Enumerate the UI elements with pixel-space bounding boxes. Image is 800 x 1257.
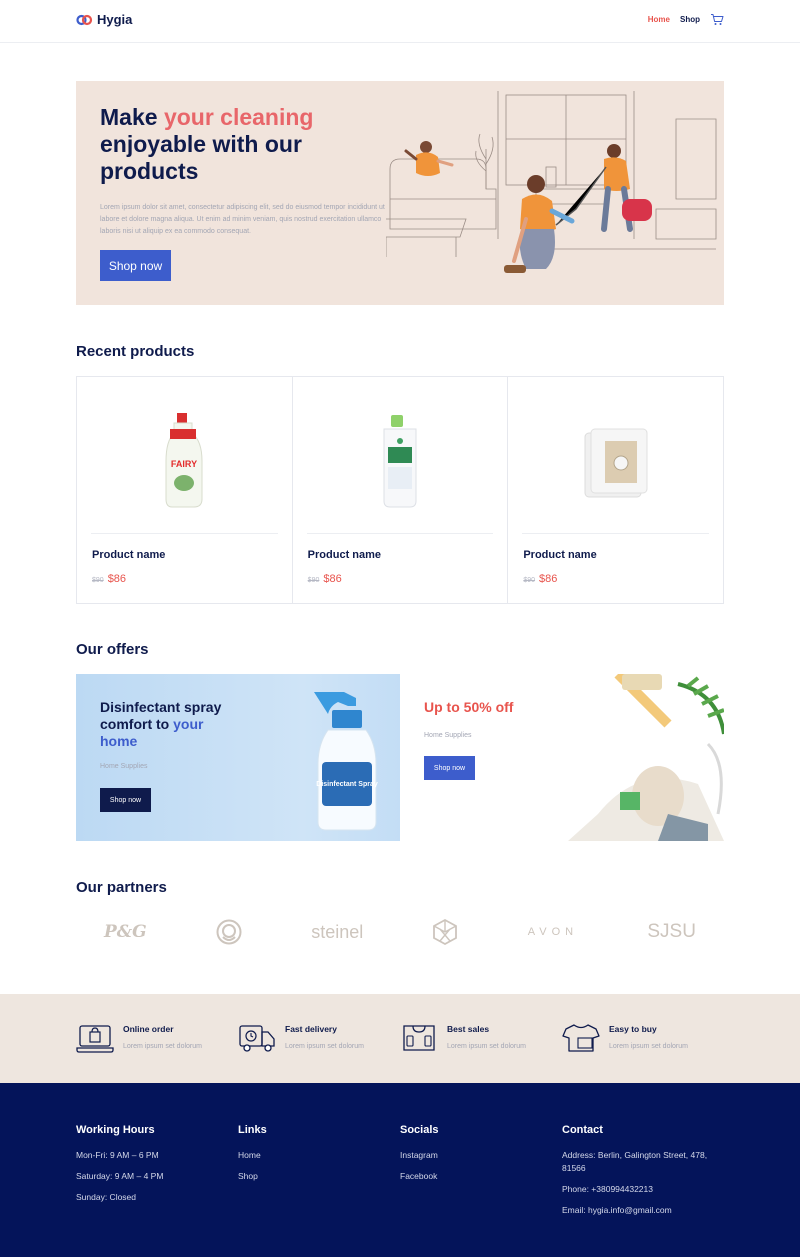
price: $86 xyxy=(323,573,342,585)
feature-title: Online order xyxy=(123,1024,174,1034)
site-footer: Working Hours Mon-Fri: 9 AM – 6 PM Satur… xyxy=(0,1083,800,1257)
logo-text: Hygia xyxy=(97,12,133,27)
cleaning-illustration xyxy=(386,91,717,273)
vacuum-bags-image xyxy=(584,428,648,498)
footer-heading: Socials xyxy=(400,1124,439,1136)
product-card[interactable]: FAIRY Product name $90 $86 xyxy=(77,377,293,603)
price: $86 xyxy=(539,573,558,585)
feature-item: Online order Lorem ipsum set dolorum xyxy=(76,1022,236,1062)
footer-heading: Working Hours xyxy=(76,1124,155,1136)
product-name[interactable]: Product name xyxy=(523,549,596,561)
footer-text: Sunday: Closed xyxy=(76,1192,137,1202)
recent-products-title: Recent products xyxy=(76,343,195,360)
product-card[interactable]: Product name $90 $86 xyxy=(293,377,509,603)
features-strip: Online order Lorem ipsum set dolorum Fas… xyxy=(0,994,800,1083)
product-grid: FAIRY Product name $90 $86 Product name … xyxy=(76,376,724,604)
product-divider xyxy=(306,533,494,534)
feature-item: Best sales Lorem ipsum set dolorum xyxy=(400,1022,560,1062)
logo-icon xyxy=(76,14,93,25)
offer-shop-now-button[interactable]: Shop now xyxy=(100,788,151,812)
old-price: $90 xyxy=(92,577,104,584)
partner-logo-hexagon[interactable] xyxy=(432,918,458,946)
cart-icon[interactable] xyxy=(710,13,724,26)
hero-shop-now-button[interactable]: Shop now xyxy=(100,250,171,281)
product-card[interactable]: Product name $90 $86 xyxy=(508,377,723,603)
tshirt-icon xyxy=(562,1024,600,1052)
feature-item: Easy to buy Lorem ipsum set dolorum xyxy=(562,1022,722,1062)
laptop-bag-icon xyxy=(76,1025,114,1053)
footer-link-shop[interactable]: Shop xyxy=(238,1170,400,1183)
discount-title: Up to 50% off xyxy=(424,699,514,715)
product-name[interactable]: Product name xyxy=(92,549,165,561)
svg-text:FAIRY: FAIRY xyxy=(171,459,197,469)
cleaning-supplies-image xyxy=(568,674,724,841)
partner-logo-sjsu[interactable]: SJSU xyxy=(647,921,696,943)
partner-logos: P&G steinel AVON SJSU xyxy=(76,912,724,952)
partner-logo-avon[interactable]: AVON xyxy=(528,926,578,938)
footer-phone: Phone: +380994432213 xyxy=(562,1184,653,1194)
offer-category: Home Supplies xyxy=(100,763,148,770)
dish-soap-bottle-image: FAIRY xyxy=(165,413,203,508)
footer-text: Saturday: 9 AM – 4 PM xyxy=(76,1171,164,1181)
offers-title: Our offers xyxy=(76,641,149,658)
bottle-label: Disinfectant Spray xyxy=(316,781,378,788)
feature-title: Easy to buy xyxy=(609,1024,657,1034)
offer-category: Home Supplies xyxy=(424,732,472,739)
feature-subtitle: Lorem ipsum set dolorum xyxy=(447,1043,526,1050)
feature-subtitle: Lorem ipsum set dolorum xyxy=(285,1043,364,1050)
partner-logo-steinel[interactable]: steinel xyxy=(311,922,363,943)
delivery-truck-icon xyxy=(239,1025,275,1052)
price: $86 xyxy=(107,573,127,585)
hero-title: Make your cleaning enjoyable with our pr… xyxy=(100,104,314,184)
feature-title: Fast delivery xyxy=(285,1024,337,1034)
feature-title: Best sales xyxy=(447,1024,490,1034)
feature-subtitle: Lorem ipsum set dolorum xyxy=(609,1043,688,1050)
offers-row: Disinfectant spray comfort to your home … xyxy=(76,674,724,841)
footer-column-socials: Socials Instagram Facebook xyxy=(400,1124,562,1191)
site-header: Hygia Home Shop xyxy=(0,0,800,43)
product-divider xyxy=(91,533,278,534)
partner-logo-pg[interactable]: P&G xyxy=(104,922,147,942)
price-row: $90 $86 xyxy=(523,573,557,585)
footer-heading: Contact xyxy=(562,1124,603,1136)
partner-logo-face[interactable] xyxy=(216,919,242,945)
footer-column-contact: Contact Address: Berlin, Galington Stree… xyxy=(562,1124,724,1225)
hero-description: Lorem ipsum dolor sit amet, consectetur … xyxy=(100,204,385,235)
footer-column-hours: Working Hours Mon-Fri: 9 AM – 6 PM Satur… xyxy=(76,1124,238,1212)
nav-link-shop[interactable]: Shop xyxy=(680,15,700,24)
old-price: $90 xyxy=(523,577,536,584)
product-name[interactable]: Product name xyxy=(308,549,381,561)
offer-title: Disinfectant spray comfort to your home xyxy=(100,699,222,749)
feature-subtitle: Lorem ipsum set dolorum xyxy=(123,1043,202,1050)
footer-column-links: Links Home Shop xyxy=(238,1124,400,1191)
hero-banner: Make your cleaning enjoyable with our pr… xyxy=(76,81,724,305)
footer-text: Mon-Fri: 9 AM – 6 PM xyxy=(76,1150,159,1160)
spray-bottle-image: Disinfectant Spray xyxy=(314,692,378,831)
footer-link-facebook[interactable]: Facebook xyxy=(400,1170,562,1183)
product-divider xyxy=(522,533,710,534)
nav-link-home[interactable]: Home xyxy=(648,15,670,24)
main-nav: Home Shop xyxy=(648,13,724,26)
discount-shop-now-button[interactable]: Shop now xyxy=(424,756,475,780)
detergent-bottle-image xyxy=(383,415,417,508)
partners-title: Our partners xyxy=(76,879,167,896)
offer-card-disinfectant[interactable]: Disinfectant spray comfort to your home … xyxy=(76,674,400,841)
feature-item: Fast delivery Lorem ipsum set dolorum xyxy=(238,1022,398,1062)
offer-card-discount[interactable]: Up to 50% off Home Supplies Shop now xyxy=(400,674,724,841)
price-row: $90 $86 xyxy=(308,573,342,585)
logo[interactable]: Hygia xyxy=(76,12,132,27)
hero-title-accent: your cleaning xyxy=(163,104,314,130)
price-row: $90 $86 xyxy=(92,573,126,585)
footer-heading: Links xyxy=(238,1124,267,1136)
footer-email[interactable]: Email: hygia.info@gmail.com xyxy=(562,1204,724,1217)
footer-link-home[interactable]: Home xyxy=(238,1149,400,1162)
old-price: $90 xyxy=(307,577,320,584)
footer-link-instagram[interactable]: Instagram xyxy=(400,1149,562,1162)
sale-tag-icon xyxy=(403,1025,435,1051)
footer-address: Address: Berlin, Galington Street, 478, … xyxy=(562,1150,708,1173)
